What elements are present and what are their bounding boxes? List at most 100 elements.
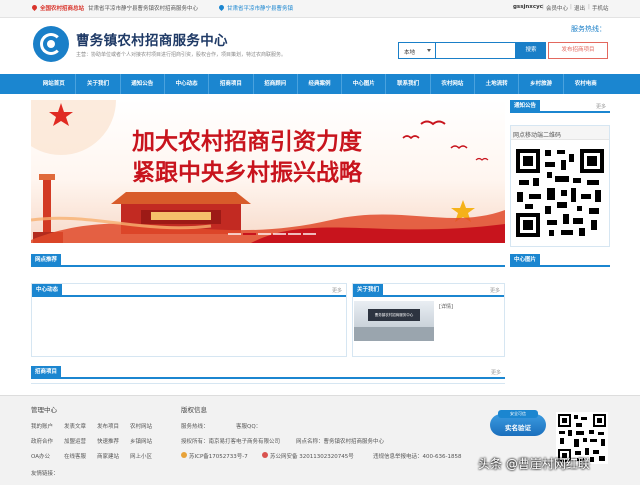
notice-panel: 通知公告 更多	[510, 100, 610, 118]
nav-advisors[interactable]: 招商顾问	[254, 74, 298, 94]
publish-project-button[interactable]: 发布招商项目	[548, 42, 608, 59]
recommend-header: 网点推荐	[31, 254, 505, 267]
footer-link-site-builder[interactable]: 商家建站	[97, 452, 119, 460]
footer-site-name: 网点名称：曹务镇农村招商服务中心	[296, 439, 385, 445]
username[interactable]: gssjnxcyc	[513, 4, 543, 10]
footer-police[interactable]: 苏公网安备 32011302320745号	[270, 452, 354, 460]
nav-land-transfer[interactable]: 土地流转	[475, 74, 520, 94]
notice-more-link[interactable]: 更多	[596, 103, 606, 110]
qr-code-icon	[514, 147, 606, 239]
icp-icon	[181, 452, 187, 458]
footer-icp[interactable]: 苏ICP备17052733号-7	[189, 452, 248, 460]
search-scope-select[interactable]: 本地	[398, 42, 436, 59]
footer-link-oa[interactable]: OA办公	[31, 452, 50, 460]
recommend-panel: 网点推荐	[31, 254, 505, 268]
main-nav: 网站首页 关于我们 通知公告 中心动态 招商项目 招商顾问 经典案例 中心图片 …	[0, 74, 640, 94]
nav-about[interactable]: 关于我们	[76, 74, 121, 94]
footer-link-gov[interactable]: 政府合作	[31, 437, 53, 445]
footer-qq: 客服QQ：	[236, 424, 262, 430]
watermark: 头条 @曹崖村网红联	[478, 457, 590, 471]
qr-title: 网点移动端二维码	[511, 126, 609, 140]
nav-contact[interactable]: 联系我们	[386, 74, 431, 94]
mobile-site-link[interactable]: 手机站	[592, 4, 609, 12]
hero-banner[interactable]: 加大农村招商引资力度 紧跟中央乡村振兴战略	[31, 100, 505, 243]
qr-panel: 网点移动端二维码	[510, 125, 610, 247]
carousel-dot[interactable]	[288, 233, 301, 235]
banner-headline-1: 加大农村招商引资力度	[132, 128, 362, 155]
nav-rural-sites[interactable]: 农村网站	[431, 74, 476, 94]
notice-header: 通知公告 更多	[510, 100, 610, 113]
footer-report: 违规信息举报电话：400-636-1858	[373, 454, 462, 460]
location-link[interactable]: 甘肃省平凉市静宁县曹务镇	[227, 4, 293, 12]
copyright-title: 版权信息	[181, 406, 207, 414]
news-title[interactable]: 中心动态	[32, 284, 63, 297]
region-text: 甘肃省平凉市静宁县曹务镇农村招商服务中心	[88, 6, 199, 12]
carousel-dot-active[interactable]	[243, 233, 256, 235]
news-panel: 中心动态 更多	[31, 283, 347, 357]
about-title[interactable]: 关于我们	[353, 284, 384, 297]
footer-link-rural[interactable]: 农村网站	[130, 422, 152, 430]
photos-title[interactable]: 中心图片	[510, 254, 541, 267]
divider: |	[588, 4, 590, 10]
footer-link-post[interactable]: 发表文章	[64, 422, 86, 430]
footer-link-franchise[interactable]: 加盟运营	[64, 437, 86, 445]
projects-more-link[interactable]: 更多	[491, 369, 501, 376]
site-logo-icon[interactable]	[33, 26, 69, 62]
location-pin-icon	[30, 3, 39, 12]
carousel-indicators	[228, 233, 316, 235]
about-photo-sign: 曹务镇农村招商服务中心	[368, 309, 420, 321]
footer-link-account[interactable]: 我的账户	[31, 422, 53, 430]
friend-links-label: 友情链接：	[31, 471, 59, 477]
nav-rural-ecommerce[interactable]: 农村电商	[564, 74, 608, 94]
divider: |	[542, 4, 544, 10]
nav-notices[interactable]: 通知公告	[121, 74, 165, 94]
projects-title[interactable]: 招商项目	[31, 366, 62, 379]
nav-cases[interactable]: 经典案例	[298, 74, 343, 94]
nav-news[interactable]: 中心动态	[165, 74, 210, 94]
about-detail-link[interactable]: [详情]	[439, 303, 453, 310]
photos-panel: 中心图片	[510, 254, 610, 268]
news-header: 中心动态 更多	[32, 284, 346, 297]
footer-company: 授权所有：南京易打客电子商务有限公司	[181, 439, 281, 445]
footer-link-township[interactable]: 乡镇网站	[130, 437, 152, 445]
nav-rural-tourism[interactable]: 乡村旅游	[519, 74, 564, 94]
badge-top-label: 安全可信	[498, 410, 538, 418]
carousel-dot[interactable]	[273, 233, 286, 235]
about-photo[interactable]: 曹务镇农村招商服务中心	[354, 301, 434, 341]
footer-link-community[interactable]: 网上小区	[130, 452, 152, 460]
logout-link[interactable]: 退出	[574, 4, 585, 12]
projects-header: 招商项目 更多	[31, 366, 505, 379]
chevron-down-icon	[427, 49, 431, 52]
divider: |	[570, 4, 572, 10]
footer-link-recommend[interactable]: 快速推荐	[97, 437, 119, 445]
member-center-link[interactable]: 会员中心	[546, 4, 568, 12]
footer-hotline: 服务热线：	[181, 424, 209, 430]
hotline-label: 服务热线：	[571, 25, 606, 33]
about-more-link[interactable]: 更多	[490, 287, 500, 294]
recommend-title[interactable]: 网点推荐	[31, 254, 62, 267]
police-badge-icon	[262, 452, 268, 458]
nav-photos[interactable]: 中心图片	[342, 74, 387, 94]
about-header: 关于我们 更多	[353, 284, 504, 297]
search-button[interactable]: 搜索	[516, 42, 546, 59]
search-input[interactable]	[436, 42, 516, 59]
national-badge[interactable]: 全国农村招商总站	[40, 4, 84, 12]
nav-home[interactable]: 网站首页	[32, 74, 77, 94]
carousel-dot[interactable]	[258, 233, 271, 235]
carousel-dot[interactable]	[228, 233, 241, 235]
notice-title[interactable]: 通知公告	[510, 100, 541, 113]
mgmt-title: 管理中心	[31, 406, 57, 414]
realname-verified-badge[interactable]: 安全可信 实名验证	[490, 410, 546, 436]
nav-projects[interactable]: 招商项目	[209, 74, 254, 94]
news-more-link[interactable]: 更多	[332, 287, 342, 294]
map-pin-icon	[217, 3, 226, 12]
about-photo-floor	[354, 327, 434, 341]
site-header: 曹务镇农村招商服务中心 主营：协助单位或者个人对接农村项目进行招商引资，股权合作…	[0, 18, 640, 74]
site-title[interactable]: 曹务镇农村招商服务中心	[76, 29, 228, 49]
projects-panel: 招商项目 更多	[31, 366, 505, 384]
banner-headline-2: 紧跟中央乡村振兴战略	[132, 159, 362, 186]
carousel-dot[interactable]	[303, 233, 316, 235]
footer-link-publish[interactable]: 发布项目	[97, 422, 119, 430]
about-panel: 关于我们 更多 曹务镇农村招商服务中心 [详情]	[352, 283, 505, 357]
footer-link-service[interactable]: 在线客服	[64, 452, 86, 460]
